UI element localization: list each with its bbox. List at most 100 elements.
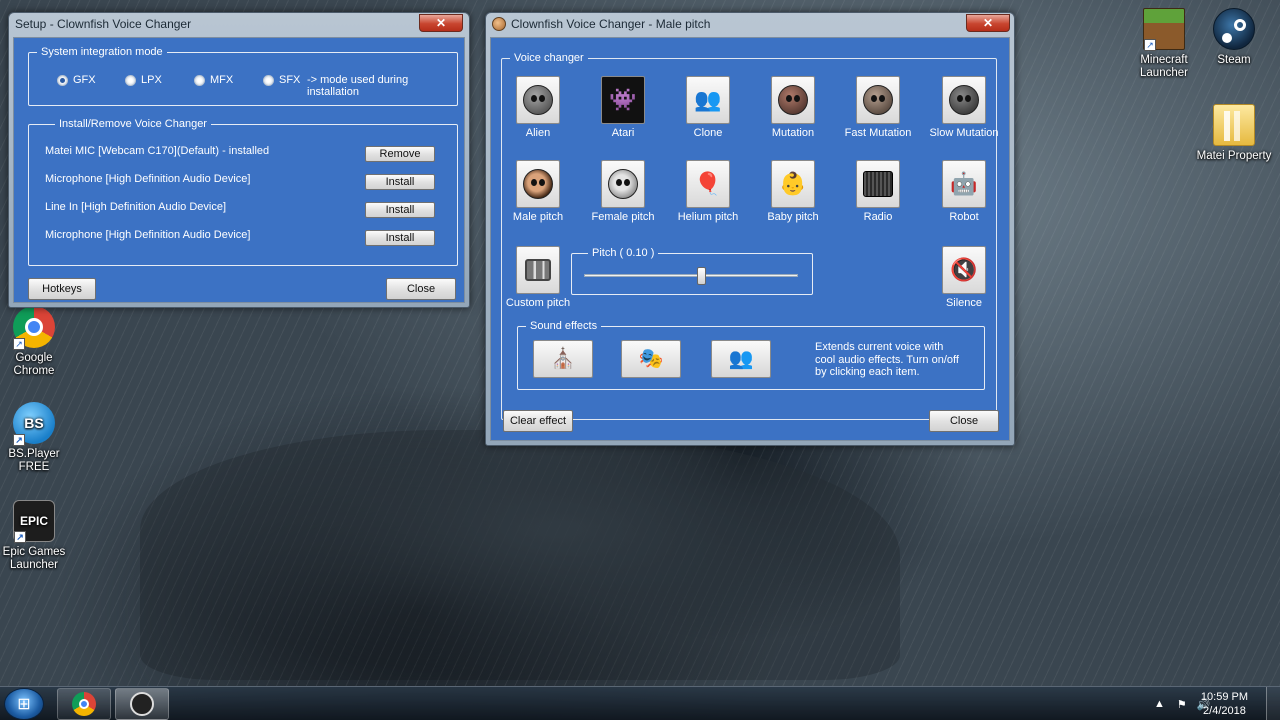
epic-games-icon: EPIC ↗ bbox=[13, 500, 55, 543]
bsplayer-icon: BS ↗ bbox=[13, 402, 55, 446]
desktop-icon-steam[interactable]: Steam bbox=[1194, 8, 1274, 67]
voice-label: Silence bbox=[945, 297, 983, 309]
voice-changer-group-title: Voice changer bbox=[510, 51, 588, 65]
desktop-icon-label: Google Chrome bbox=[13, 352, 55, 377]
voice-label: Helium pitch bbox=[677, 211, 739, 223]
equalizer-icon bbox=[516, 246, 560, 294]
voice-female-pitch-button[interactable]: Female pitch bbox=[579, 160, 667, 223]
desktop-icon-label: Steam bbox=[1217, 54, 1251, 66]
desktop-icon-minecraft[interactable]: ↗ Minecraft Launcher bbox=[1124, 8, 1204, 80]
tray-expand-icon[interactable]: ▲ bbox=[1154, 698, 1165, 710]
effect-stage-button[interactable]: 🎭 bbox=[621, 340, 681, 378]
voice-label: Mutation bbox=[771, 127, 815, 139]
voice-changer-close-button[interactable]: Close bbox=[929, 410, 999, 432]
desktop-icon-label: Matei Property bbox=[1196, 150, 1272, 162]
voice-radio-button[interactable]: Radio bbox=[834, 160, 922, 223]
install-button[interactable]: Install bbox=[365, 230, 435, 246]
man-face-icon bbox=[516, 160, 560, 208]
setup-close-icon[interactable]: ✕ bbox=[419, 14, 463, 32]
setup-titlebar[interactable]: Setup - Clownfish Voice Changer bbox=[9, 13, 469, 35]
voice-changer-window-title: Clownfish Voice Changer - Male pitch bbox=[511, 17, 711, 31]
mute-icon: 🔇 bbox=[942, 246, 986, 294]
clock-time: 10:59 PM bbox=[1200, 691, 1248, 703]
radio-lpx[interactable]: LPX bbox=[125, 74, 162, 86]
install-button[interactable]: Install bbox=[365, 174, 435, 190]
voice-changer-close-icon[interactable]: ✕ bbox=[966, 14, 1010, 32]
shortcut-arrow-icon: ↗ bbox=[13, 338, 25, 350]
install-remove-group: Install/Remove Voice Changer Matei MIC [… bbox=[28, 117, 458, 266]
taskbar-chrome-button[interactable] bbox=[57, 688, 111, 720]
desktop-icon-google-chrome[interactable]: ↗ Google Chrome bbox=[0, 306, 74, 378]
voice-clone-button[interactable]: 👥 Clone bbox=[664, 76, 752, 139]
remove-button[interactable]: Remove bbox=[365, 146, 435, 162]
taskbar: ⊞ ▲ ⚑ 🔊 10:59 PM 2/4/2018 bbox=[0, 686, 1280, 720]
setup-window: Setup - Clownfish Voice Changer ✕ System… bbox=[8, 12, 470, 308]
radio-sfx-label: SFX bbox=[279, 74, 301, 86]
voice-atari-button[interactable]: 👾 Atari bbox=[579, 76, 667, 139]
device-row-label: Microphone [High Definition Audio Device… bbox=[45, 229, 251, 241]
voice-alien-button[interactable]: Alien bbox=[494, 76, 582, 139]
voice-silence-button[interactable]: 🔇 Silence bbox=[920, 246, 1008, 309]
voice-changer-client-area: Voice changer Alien 👾 Atari 👥 Clone Muta… bbox=[490, 37, 1010, 441]
start-button[interactable]: ⊞ bbox=[4, 688, 44, 720]
action-center-flag-icon[interactable]: ⚑ bbox=[1177, 698, 1187, 711]
radio-gfx-indicator bbox=[57, 74, 68, 86]
taskbar-clock[interactable]: 10:59 PM 2/4/2018 bbox=[1201, 690, 1248, 718]
voice-mutation-button[interactable]: Mutation bbox=[749, 76, 837, 139]
woman-face-icon bbox=[601, 160, 645, 208]
radio-lpx-indicator bbox=[125, 74, 136, 86]
voice-custom-pitch-button[interactable]: Custom pitch bbox=[494, 246, 582, 309]
shortcut-arrow-icon: ↗ bbox=[13, 434, 25, 446]
desktop-icon-label: Epic Games Launcher bbox=[2, 546, 66, 571]
baby-icon: 👶 bbox=[771, 160, 815, 208]
pitch-label: Pitch ( 0.10 ) bbox=[588, 246, 659, 260]
twins-icon: 👥 bbox=[686, 76, 730, 124]
effect-crowd-button[interactable]: 👥 bbox=[711, 340, 771, 378]
pitch-slider-group: Pitch ( 0.10 ) bbox=[571, 246, 813, 295]
voice-changer-window: Clownfish Voice Changer - Male pitch ✕ V… bbox=[485, 12, 1015, 446]
voice-label: Male pitch bbox=[512, 211, 564, 223]
voice-label: Female pitch bbox=[591, 211, 655, 223]
radio-mfx-label: MFX bbox=[210, 74, 234, 86]
clock-date: 2/4/2018 bbox=[1203, 705, 1246, 717]
radio-gfx-label: GFX bbox=[73, 74, 96, 86]
voice-changer-titlebar[interactable]: Clownfish Voice Changer - Male pitch bbox=[486, 13, 1014, 35]
minecraft-icon: ↗ bbox=[1143, 8, 1185, 51]
voice-robot-button[interactable]: 🤖 Robot bbox=[920, 160, 1008, 223]
show-desktop-button[interactable] bbox=[1266, 687, 1280, 720]
voice-label: Radio bbox=[863, 211, 893, 223]
pitch-slider-track[interactable] bbox=[584, 274, 798, 277]
desktop-icon-bsplayer[interactable]: BS ↗ BS.Player FREE bbox=[0, 402, 74, 474]
alien-icon bbox=[516, 76, 560, 124]
radio-sfx[interactable]: SFX bbox=[263, 74, 300, 86]
mutant-face-icon bbox=[771, 76, 815, 124]
radio-gfx[interactable]: GFX bbox=[57, 74, 96, 86]
voice-helium-pitch-button[interactable]: 🎈 Helium pitch bbox=[664, 160, 752, 223]
radio-mfx[interactable]: MFX bbox=[194, 74, 233, 86]
obs-icon bbox=[130, 692, 154, 716]
voice-label: Atari bbox=[611, 127, 635, 139]
radio-lpx-label: LPX bbox=[141, 74, 162, 86]
hotkeys-button[interactable]: Hotkeys bbox=[28, 278, 96, 300]
setup-close-button[interactable]: Close bbox=[386, 278, 456, 300]
voice-label: Fast Mutation bbox=[844, 127, 912, 139]
effect-church-button[interactable]: ⛪ bbox=[533, 340, 593, 378]
sound-effects-title: Sound effects bbox=[526, 319, 602, 333]
clear-effect-button[interactable]: Clear effect bbox=[503, 410, 573, 432]
voice-label: Slow Mutation bbox=[929, 127, 999, 139]
voice-male-pitch-button[interactable]: Male pitch bbox=[494, 160, 582, 223]
desktop-icon-matei-property[interactable]: Matei Property bbox=[1194, 104, 1274, 163]
balloon-icon: 🎈 bbox=[686, 160, 730, 208]
voice-label: Custom pitch bbox=[505, 297, 571, 309]
clownfish-icon bbox=[492, 17, 506, 31]
taskbar-obs-button[interactable] bbox=[115, 688, 169, 720]
shortcut-arrow-icon: ↗ bbox=[1144, 39, 1156, 51]
voice-baby-pitch-button[interactable]: 👶 Baby pitch bbox=[749, 160, 837, 223]
desktop-icon-epic-games[interactable]: EPIC ↗ Epic Games Launcher bbox=[0, 500, 74, 572]
voice-label: Baby pitch bbox=[767, 211, 819, 223]
voice-fast-mutation-button[interactable]: Fast Mutation bbox=[834, 76, 922, 139]
integration-mode-title: System integration mode bbox=[37, 45, 167, 59]
install-button[interactable]: Install bbox=[365, 202, 435, 218]
pitch-slider-thumb[interactable] bbox=[697, 267, 707, 285]
voice-slow-mutation-button[interactable]: Slow Mutation bbox=[920, 76, 1008, 139]
